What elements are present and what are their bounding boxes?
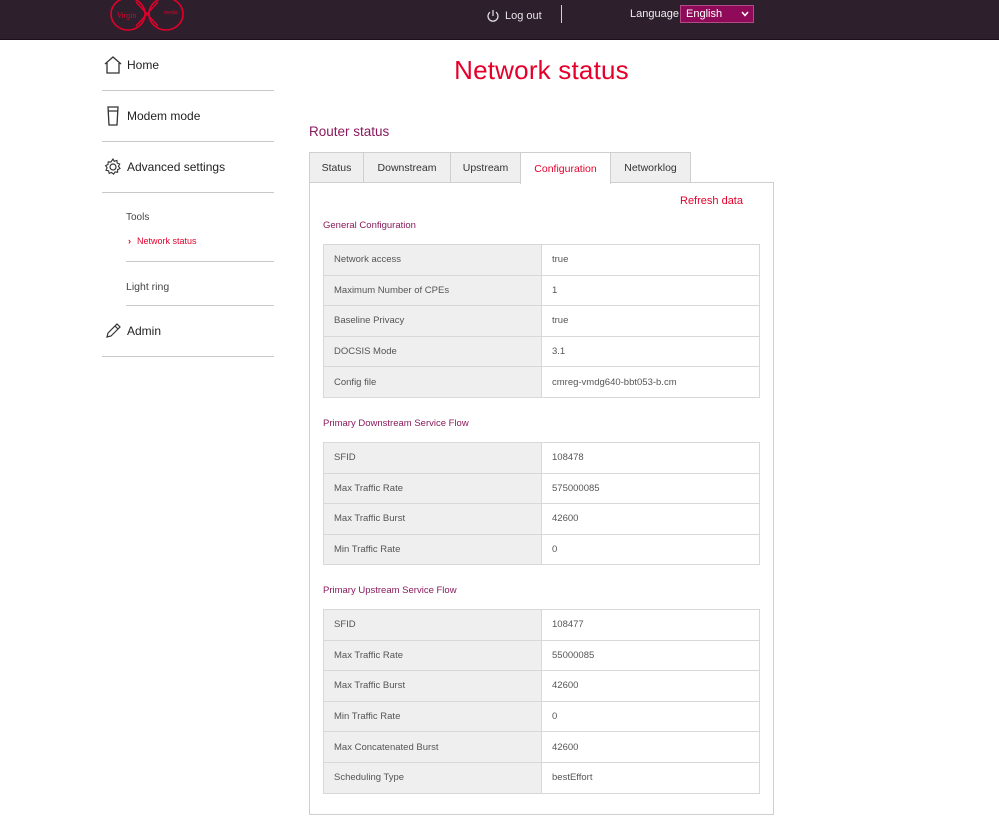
table-row: Max Concatenated Burst 42600 [323, 731, 760, 763]
row-key: Max Traffic Rate [323, 639, 542, 672]
sidebar-item-advanced-settings[interactable]: Advanced settings [102, 142, 274, 193]
virgin-media-logo[interactable]: Virgin media [108, 0, 186, 32]
row-value: bestEffort [541, 761, 760, 794]
upstream-service-flow-table: SFID 108477 Max Traffic Rate 55000085 Max … [323, 609, 760, 794]
row-key: Network access [323, 244, 542, 276]
downstream-service-flow-table: SFID 108478 Max Traffic Rate 575000085 Max… [323, 442, 760, 566]
row-value: cmreg-vmdg640-bbt053-b.cm [541, 366, 760, 398]
sidebar-item-label: Admin [127, 324, 162, 338]
row-key: Min Traffic Rate [323, 700, 542, 733]
chevron-down-icon [741, 11, 749, 17]
section-title: Router status [309, 124, 390, 139]
sidebar-item-home[interactable]: Home [102, 40, 274, 91]
row-key: Baseline Privacy [323, 305, 542, 337]
logout-label: Log out [505, 10, 542, 22]
row-value: 42600 [541, 503, 760, 535]
pencil-icon [102, 320, 124, 342]
refresh-data-link[interactable]: Refresh data [680, 195, 743, 207]
tab-networklog[interactable]: Networklog [610, 152, 691, 183]
row-value: true [541, 305, 760, 337]
home-icon [102, 54, 124, 76]
row-value: 0 [541, 700, 760, 733]
row-key: Max Traffic Rate [323, 472, 542, 505]
language-label: Language [630, 8, 679, 20]
row-value: 108478 [541, 442, 760, 474]
tab-downstream[interactable]: Downstream [363, 152, 451, 183]
row-value: 575000085 [541, 472, 760, 505]
sidebar-item-admin[interactable]: Admin [102, 306, 274, 357]
sidebar-item-label: Advanced settings [127, 160, 226, 174]
row-key: Config file [323, 366, 542, 398]
row-value: 3.1 [541, 335, 760, 368]
sidebar-subitem-light-ring[interactable]: Light ring [126, 281, 169, 293]
sidebar-item-label: Modem mode [127, 109, 201, 123]
tab-configuration[interactable]: Configuration [520, 152, 611, 184]
row-value: 0 [541, 533, 760, 566]
modem-icon [102, 105, 124, 127]
page-title: Network status [454, 55, 629, 85]
row-key: SFID [323, 609, 542, 641]
table-row: Config file cmreg-vmdg640-bbt053-b.cm [323, 366, 760, 398]
header-divider [561, 5, 562, 23]
row-key: Maximum Number of CPEs [323, 274, 542, 307]
table-row: Min Traffic Rate 0 [323, 700, 760, 733]
table-row: Scheduling Type bestEffort [323, 761, 760, 794]
row-value: 42600 [541, 731, 760, 763]
gear-icon [102, 156, 124, 178]
general-configuration-table: Network access true Maximum Number of CPE… [323, 244, 760, 398]
row-key: Max Traffic Burst [323, 670, 542, 702]
row-key: Scheduling Type [323, 761, 542, 794]
table-row: DOCSIS Mode 3.1 [323, 335, 760, 368]
power-icon [487, 10, 499, 22]
tab-bar: Status Downstream Upstream Configuration… [309, 152, 691, 184]
table-row: Network access true [323, 244, 760, 276]
logout-button[interactable]: Log out [486, 6, 542, 26]
table-row: SFID 108477 [323, 609, 760, 641]
row-value: 1 [541, 274, 760, 307]
sidebar-subitem-tools[interactable]: Tools [126, 212, 149, 223]
tab-upstream[interactable]: Upstream [450, 152, 521, 183]
tab-status[interactable]: Status [309, 152, 364, 183]
row-value: 55000085 [541, 639, 760, 672]
row-key: SFID [323, 442, 542, 474]
row-key: Max Concatenated Burst [323, 731, 542, 763]
sidebar-item-modem-mode[interactable]: Modem mode [102, 91, 274, 142]
chevron-right-icon: › [128, 236, 131, 246]
downstream-service-flow-title: Primary Downstream Service Flow [323, 418, 469, 429]
table-row: Max Traffic Rate 575000085 [323, 472, 760, 505]
row-value: 108477 [541, 609, 760, 641]
row-key: DOCSIS Mode [323, 335, 542, 368]
top-bar: Virgin media Log out Language English [0, 0, 999, 40]
row-value: true [541, 244, 760, 276]
table-row: Max Traffic Burst 42600 [323, 503, 760, 535]
table-row: Maximum Number of CPEs 1 [323, 274, 760, 307]
sidebar-divider [126, 261, 274, 262]
svg-text:media: media [164, 10, 178, 16]
table-row: Min Traffic Rate 0 [323, 533, 760, 566]
row-value: 42600 [541, 670, 760, 702]
svg-text:Virgin: Virgin [117, 11, 137, 20]
language-select[interactable]: English [680, 5, 754, 23]
row-key: Max Traffic Burst [323, 503, 542, 535]
table-row: Baseline Privacy true [323, 305, 760, 337]
table-row: SFID 108478 [323, 442, 760, 474]
upstream-service-flow-title: Primary Upstream Service Flow [323, 585, 457, 596]
sidebar-subitem-label: Network status [137, 236, 197, 246]
language-value: English [686, 8, 723, 20]
sidebar-subitem-network-status[interactable]: › Network status [128, 236, 197, 246]
general-configuration-title: General Configuration [323, 220, 416, 231]
table-row: Max Traffic Burst 42600 [323, 670, 760, 702]
table-row: Max Traffic Rate 55000085 [323, 639, 760, 672]
sidebar-item-label: Home [127, 58, 160, 72]
row-key: Min Traffic Rate [323, 533, 542, 566]
